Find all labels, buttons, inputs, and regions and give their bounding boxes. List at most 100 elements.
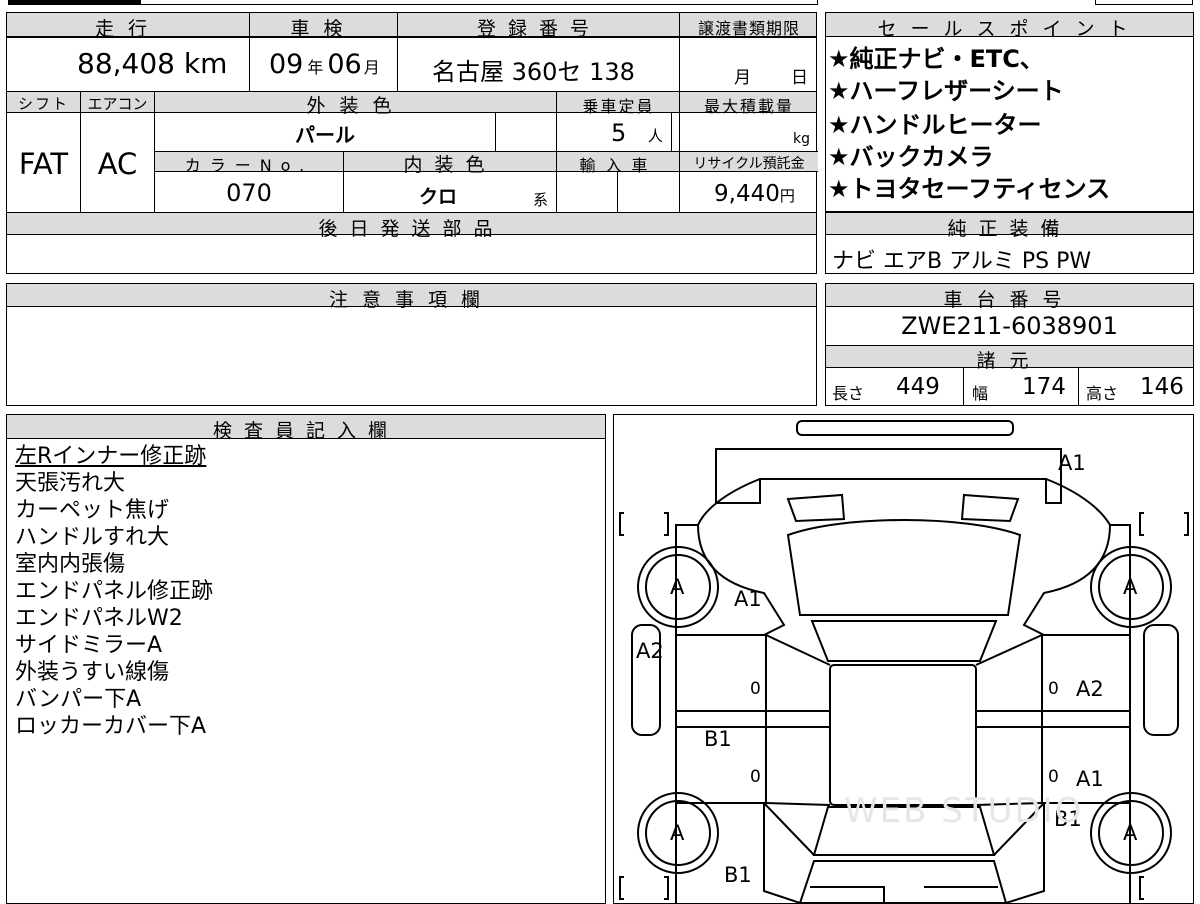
length-value: 449 [896, 374, 940, 400]
div-v7 [495, 113, 496, 151]
sales-point-5: ★トヨタセーフティセンス [828, 175, 1111, 203]
div-v8 [343, 151, 344, 212]
shift-label: シフト [17, 95, 69, 113]
recycle-unit: 円 [779, 187, 795, 205]
capacity-label: 乗車定員 [582, 97, 655, 116]
mark-front-bumper: A1 [1058, 451, 1086, 475]
height-value: 146 [1140, 374, 1184, 400]
zero-rf: 0 [1048, 679, 1059, 699]
inspector-line-10: バンパー下A [15, 687, 142, 712]
transfer-month-unit: 月 [734, 68, 751, 88]
sales-points-label: セールスポイント [877, 18, 1142, 40]
interior-color-label: 内装色 [403, 154, 497, 176]
left-front-door-shape [675, 634, 767, 712]
inspection-year: 09 [269, 49, 304, 80]
transfer-label: 譲渡書類期限 [697, 19, 800, 38]
vehicle-info-table: 走行 車検 登録番号 譲渡書類期限 88,408 km 09 年 06 月 名古屋 3… [6, 12, 818, 213]
equipment-value: ナビ エアB アルミ PS PW [832, 249, 1092, 274]
zero-lf: 0 [750, 679, 761, 699]
chassis-specs-box: 車台番号 ZWE211-6038901 諸元 長さ 449 幅 174 高さ 1… [825, 283, 1194, 406]
inspector-line-8: サイドミラーA [15, 633, 163, 658]
div-v6 [556, 91, 557, 212]
inspector-line-3: カーペット焦げ [15, 498, 170, 523]
inspector-line-6: エンドパネル修正跡 [15, 579, 214, 604]
inspector-line-1: 左Rインナー修正跡 [15, 444, 207, 469]
left-rear-quarter-shape [676, 802, 815, 903]
top-edge-frame [140, 0, 818, 5]
exterior-color-label: 外装色 [306, 95, 406, 117]
zero-rr: 0 [1048, 767, 1059, 787]
max-load-unit: kg [793, 131, 810, 147]
inspector-line-7: エンドパネルW2 [15, 606, 183, 631]
inspection-month-unit: 月 [363, 58, 380, 77]
aircon-value: AC [97, 147, 138, 181]
sales-points-box: セールスポイント ★純正ナビ・ETC、 ★ハーフレザーシート ★ハンドルヒーター… [825, 12, 1194, 212]
capacity-unit: 人 [647, 127, 663, 145]
watermark: WEB STUDIO [844, 791, 1084, 831]
left-door-sill-shape [675, 710, 767, 728]
div-v1 [249, 13, 250, 91]
transfer-day-unit: 日 [791, 68, 808, 88]
mark-left-rear-quarter: B1 [724, 863, 752, 887]
aircon-label: エアコン [87, 95, 148, 113]
color-no-value: 070 [226, 179, 272, 207]
exterior-color-value: パール [295, 123, 355, 147]
left-headlight-shape [786, 493, 846, 523]
inspection-month: 06 [327, 49, 362, 80]
width-label: 幅 [972, 384, 989, 403]
max-load-label: 最大積載量 [703, 97, 794, 116]
specs-label: 諸元 [976, 350, 1043, 372]
specs-div2 [1078, 368, 1079, 405]
mark-left-rear-door: B1 [704, 727, 732, 751]
height-label: 高さ [1086, 384, 1119, 403]
notes-label: 注意事項欄 [328, 289, 494, 311]
div-v4 [80, 91, 81, 212]
right-front-fender-shape [1022, 524, 1130, 636]
equipment-label: 純正装備 [947, 218, 1072, 240]
div-v9 [617, 172, 618, 212]
color-no-label: カラーNo. [184, 156, 314, 175]
sales-point-1: ★純正ナビ・ETC、 [828, 45, 1044, 73]
inspector-box: 検査員記入欄 左Rインナー修正跡 天張汚れ大 カーペット焦げ ハンドルすれ大 室… [6, 414, 606, 904]
rear-bumper-shape [810, 886, 998, 903]
div-v10 [671, 113, 672, 151]
right-headlight-shape [960, 493, 1020, 523]
row1-hdr-line [7, 37, 816, 38]
damage-diagram-box: A1 A1 A2 A2 B1 A1 B1 B1 A A A A 0 0 0 0 … [613, 414, 1194, 904]
sales-point-2: ★ハーフレザーシート [828, 77, 1064, 105]
interior-color-unit: 系 [533, 191, 549, 209]
length-label: 長さ [832, 384, 865, 403]
inspector-line-11: ロッカーカバー下A [15, 714, 207, 739]
recycle-label: リサイクル預託金 [693, 156, 805, 172]
later-parts-label: 後日発送部品 [318, 218, 505, 240]
mark-tire-rf: A [1123, 575, 1138, 599]
front-bumper-shape [715, 448, 1062, 504]
left-pillars [765, 634, 831, 806]
capacity-number: 5 [611, 119, 627, 147]
mark-tire-rr: A [1123, 821, 1138, 845]
sales-point-4: ★バックカメラ [828, 143, 994, 171]
interior-color-value: クロ [419, 186, 458, 208]
import-label: 輸入車 [579, 156, 658, 175]
right-pillars [975, 634, 1043, 806]
capacity-value: 5 人 [611, 119, 663, 147]
bracket-rf [1139, 512, 1189, 536]
roof-shape [829, 664, 977, 806]
notes-box: 注意事項欄 [6, 283, 817, 406]
roof-spoiler-shape [796, 420, 1014, 436]
later-parts-box: 後日発送部品 [6, 212, 817, 274]
div-v3 [679, 13, 680, 212]
left-front-fender-shape [676, 524, 786, 636]
bracket-lf [619, 512, 669, 536]
inspection-date: 09 年 06 月 [269, 49, 380, 80]
top-edge-frame-right [1095, 0, 1193, 5]
inspector-line-2: 天張汚れ大 [15, 471, 126, 496]
inspector-line-4: ハンドルすれ大 [15, 525, 170, 550]
mark-right-front-door: A2 [1076, 677, 1104, 701]
bracket-lr [619, 876, 669, 900]
shift-value: FAT [18, 147, 69, 181]
zero-lr: 0 [750, 767, 761, 787]
trunk-shape [798, 860, 1008, 903]
inspector-line-5: 室内内張傷 [15, 552, 126, 577]
top-edge-bar [8, 0, 140, 5]
